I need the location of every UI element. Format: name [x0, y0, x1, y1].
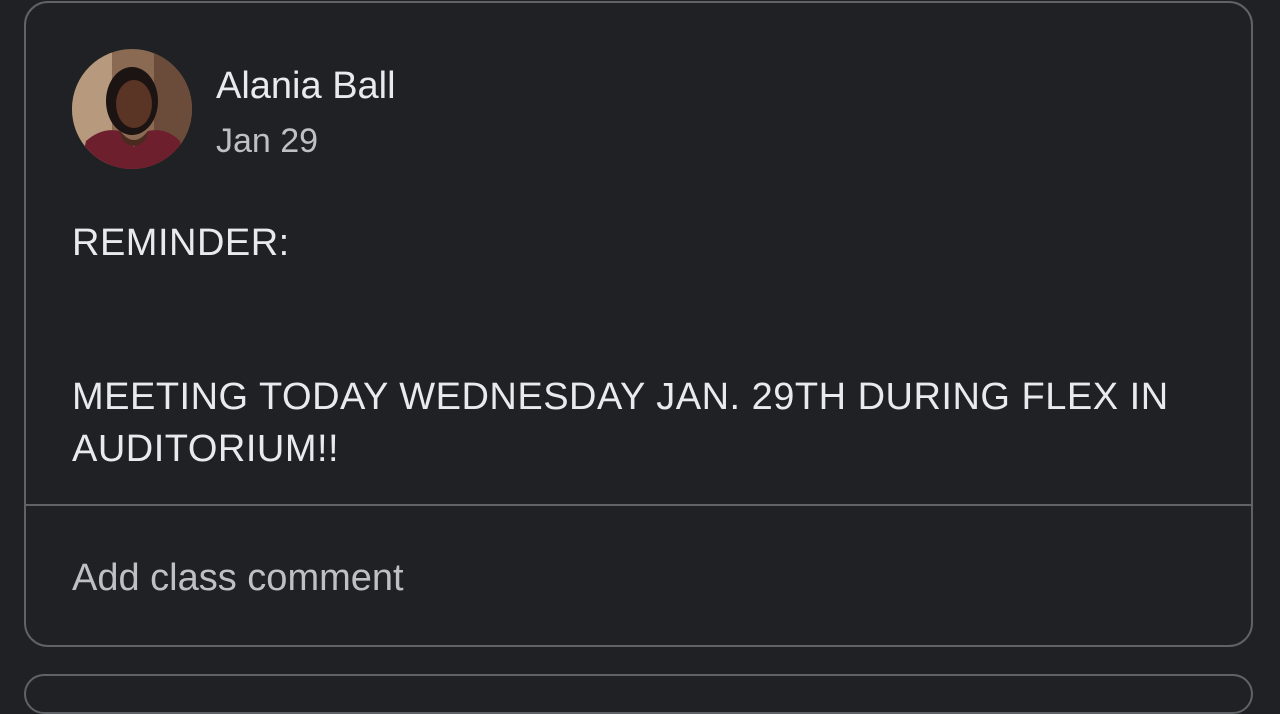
- post-date: Jan 29: [216, 122, 319, 160]
- author-info: Alania Ball Jan 29: [216, 63, 396, 161]
- author-name[interactable]: Alania Ball: [216, 63, 396, 109]
- divider: [26, 504, 1251, 506]
- avatar-photo-icon: [72, 49, 192, 169]
- announcement-card: Alania Ball Jan 29 REMINDER: MEETING TOD…: [24, 1, 1253, 647]
- next-announcement-card[interactable]: [24, 674, 1253, 714]
- add-class-comment-button[interactable]: Add class comment: [72, 555, 404, 601]
- post-body-spacer: [72, 269, 1222, 371]
- post-body: REMINDER: MEETING TODAY WEDNESDAY JAN. 2…: [72, 217, 1222, 475]
- author-avatar[interactable]: [72, 49, 192, 169]
- post-body-line: MEETING TODAY WEDNESDAY JAN. 29TH DURING…: [72, 376, 1169, 470]
- post-header: Alania Ball Jan 29: [72, 49, 396, 169]
- post-body-line: REMINDER:: [72, 222, 290, 264]
